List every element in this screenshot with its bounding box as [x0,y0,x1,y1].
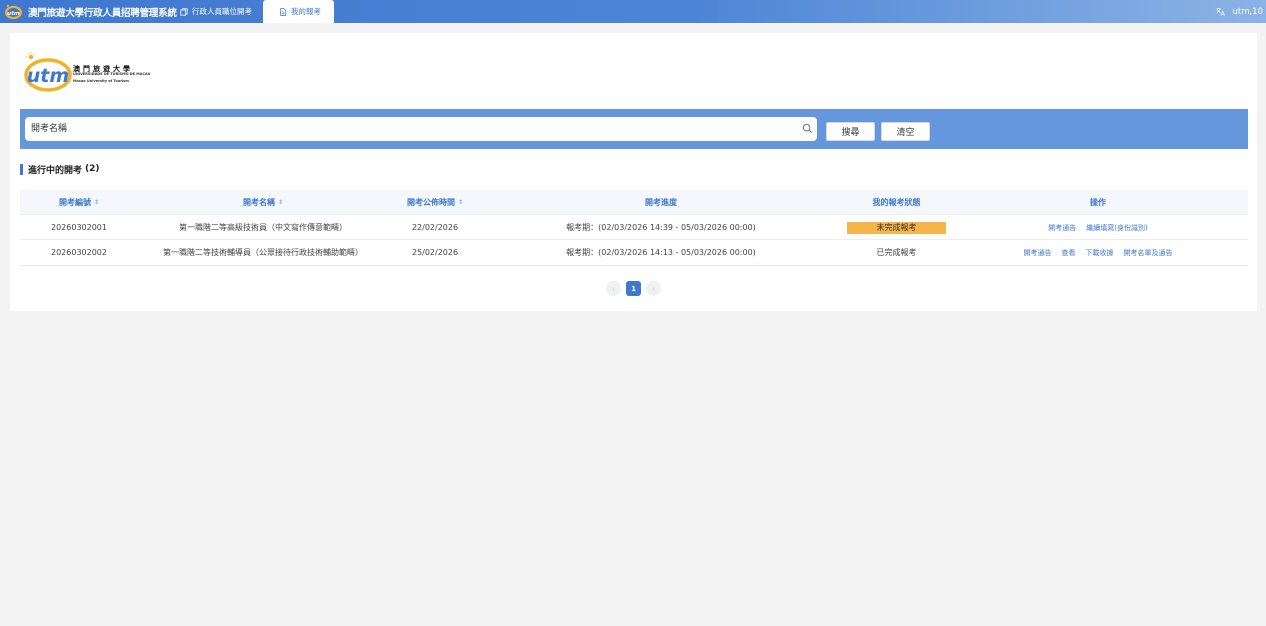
university-name-pt: UNIVERSIDADE DE TURISMO DE MACAU [73,72,151,76]
copy-icon [180,7,188,16]
section-title-text: 進行中的開考 [28,165,83,176]
document-icon [280,7,287,16]
user-menu[interactable]: utm,10 [1216,0,1263,23]
continue-filling-link[interactable]: 繼續填寫(身份識別) [1086,223,1147,233]
sort-icon[interactable]: ⇕ [458,199,463,205]
header-actions: 操作 [1090,198,1106,207]
search-bar: 搜尋 清空 [20,109,1248,149]
tab-label: 行政人員職位開考 [192,7,252,16]
page-1-button[interactable]: 1 [626,281,641,296]
header-exam-id[interactable]: 開考編號 ⇕ [20,190,138,215]
table-row: 20260302001 第一職階二等高級技術員（中文寫作傳意範疇） 22/02/… [20,215,1248,240]
cell-exam-name: 第一職階二等技術輔導員（公眾接待行政技術輔助範疇） [163,248,363,257]
status-badge: 未完成報考 [847,221,946,234]
sort-icon[interactable]: ⇕ [278,199,283,205]
top-nav-bar: utm 澳門旅遊大學行政人員招聘管理系統 行政人員職位開考 我的報考 utm,1… [0,0,1266,23]
download-receipt-link[interactable]: 下載收據 [1086,248,1114,258]
section-accent-bar [20,163,23,175]
header-progress: 開考進度 [645,198,677,207]
table-row: 20260302002 第一職階二等技術輔導員（公眾接待行政技術輔助範疇） 25… [20,240,1248,265]
table-header-row: 開考編號 ⇕ 開考名稱 ⇕ 開考公佈時間 ⇕ 開考進度 我的報考狀態 操作 [20,190,1248,215]
clear-button[interactable]: 清空 [881,122,930,141]
cell-actions: 開考通告 查看 下載收據 開考名單及通告 [953,240,1243,265]
tab-admin-positions[interactable]: 行政人員職位開考 [172,0,262,23]
svg-text:utm: utm [27,65,69,87]
app-title: 澳門旅遊大學行政人員招聘管理系統 [28,7,177,19]
brand[interactable]: utm 澳門旅遊大學行政人員招聘管理系統 [4,2,177,21]
cell-progress: 報考期：(02/03/2026 14:39 - 05/03/2026 00:00… [566,223,756,232]
header-exam-name[interactable]: 開考名稱 ⇕ [138,190,388,215]
search-icon[interactable] [802,123,813,134]
exam-notice-link[interactable]: 開考通告 [1024,248,1052,258]
cell-exam-id: 20260302001 [51,223,107,232]
pagination: ‹ 1 › [606,281,661,296]
sort-icon[interactable]: ⇕ [94,199,99,205]
tab-label: 我的報考 [291,7,321,16]
user-name: utm,10 [1232,6,1263,17]
tab-my-applications[interactable]: 我的報考 [263,0,334,23]
header-publish-date[interactable]: 開考公佈時間 ⇕ [388,190,482,215]
content-card: utm 澳門旅遊大學 UNIVERSIDADE DE TURISMO DE MA… [10,33,1257,311]
university-name-en: Macao University of Tourism [73,79,129,83]
search-input[interactable] [25,117,817,141]
utm-logo-icon: utm [5,4,22,20]
next-page-button[interactable]: › [646,281,661,296]
cell-publish-date: 22/02/2026 [411,223,459,232]
exam-list-notice-link[interactable]: 開考名單及通告 [1124,248,1173,258]
cell-status: 已完成報考 [840,240,953,265]
header-my-status: 我的報考狀態 [872,198,921,207]
applications-table: 開考編號 ⇕ 開考名稱 ⇕ 開考公佈時間 ⇕ 開考進度 我的報考狀態 操作 20260… [20,190,1248,266]
translate-icon[interactable] [1216,7,1226,16]
logo-text: utm [7,11,20,17]
cell-exam-id: 20260302002 [51,248,107,257]
view-link[interactable]: 查看 [1062,248,1076,258]
prev-page-button[interactable]: ‹ [606,281,621,296]
cell-exam-name: 第一職階二等高級技術員（中文寫作傳意範疇） [179,223,347,232]
section-title: 進行中的開考 (2) [20,163,100,176]
exam-notice-link[interactable]: 開考通告 [1048,223,1076,233]
search-button[interactable]: 搜尋 [826,122,875,141]
cell-actions: 開考通告 繼續填寫(身份識別) [953,215,1243,240]
status-text: 已完成報考 [876,248,917,257]
cell-status: 未完成報考 [840,215,953,240]
cell-publish-date: 25/02/2026 [411,248,459,257]
cell-progress: 報考期：(02/03/2026 14:13 - 05/03/2026 00:00… [566,248,756,257]
section-count: (2) [85,164,100,174]
